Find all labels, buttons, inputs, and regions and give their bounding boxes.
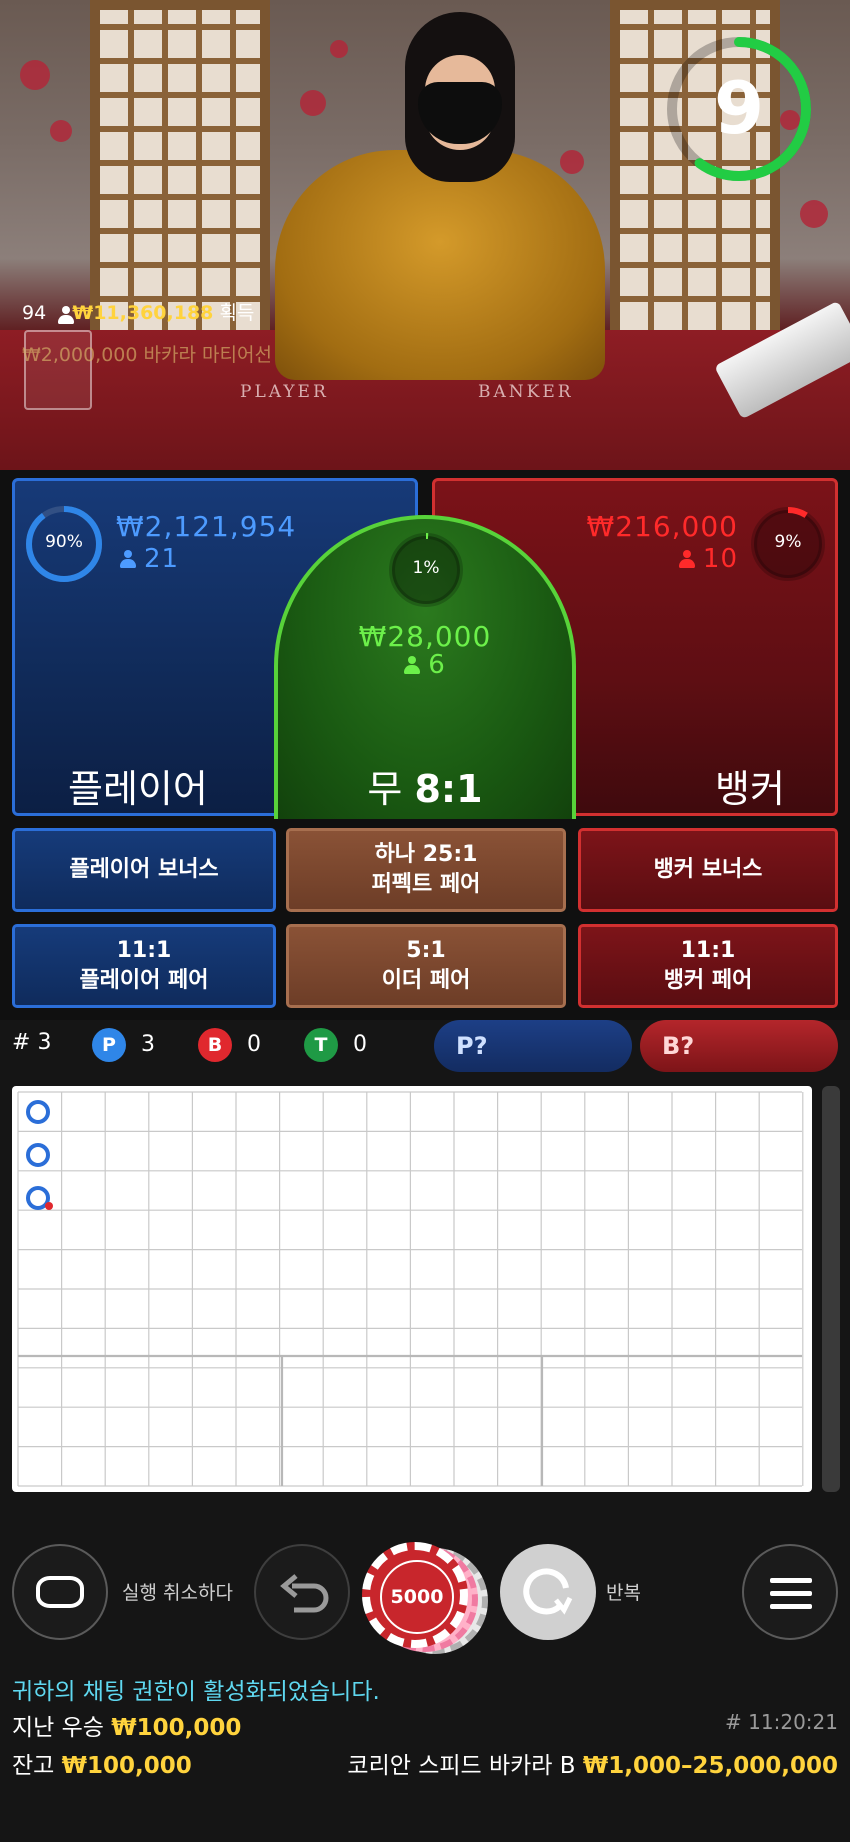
banker-win-count: B 0 — [198, 1028, 261, 1062]
felt-player-label: PLAYER — [240, 382, 329, 402]
player-predict-button[interactable]: P? — [434, 1020, 632, 1072]
repeat-label: 반복 — [606, 1582, 641, 1604]
winners-count: 94 — [22, 302, 47, 324]
hamburger-icon — [770, 1578, 812, 1610]
game-info: 코리안 스피드 바카라 B ₩1,000–25,000,000 — [347, 1746, 838, 1780]
banker-percent-ring: 9% — [748, 504, 828, 584]
undo-button[interactable] — [254, 1544, 350, 1640]
pair-marker-dot — [45, 1202, 53, 1210]
player-win-count: P 3 — [92, 1028, 155, 1062]
last-win: 지난 우승 ₩100,000 — [12, 1715, 242, 1741]
chat-notice: 귀하의 채팅 권한이 활성화되었습니다. — [12, 1679, 380, 1705]
tie-percent-ring: 1% — [386, 530, 466, 610]
banker-predict-button[interactable]: B? — [640, 1020, 838, 1072]
menu-button[interactable] — [742, 1544, 838, 1640]
game-name: 코리안 스피드 바카라 B — [347, 1753, 576, 1779]
repeat-button[interactable] — [500, 1544, 596, 1640]
player-percent: 90% — [45, 532, 83, 552]
tie-badge: T — [304, 1028, 338, 1062]
round-number: # 3 — [12, 1030, 52, 1055]
player-bettor-count: 21 — [120, 544, 179, 574]
bet-limits: ₩1,000–25,000,000 — [582, 1753, 838, 1779]
selected-chip[interactable]: 5000 — [362, 1542, 468, 1648]
person-icon — [58, 306, 75, 324]
road-bead — [26, 1100, 50, 1124]
round-timestamp: # 11:20:21 — [725, 1710, 838, 1734]
person-icon — [120, 550, 136, 568]
tie-percent: 1% — [412, 558, 440, 578]
felt-banker-label: BANKER — [478, 382, 574, 402]
table-view-button[interactable] — [12, 1544, 108, 1640]
road-bead — [26, 1143, 50, 1167]
tie-bettor-count: 6 — [0, 650, 850, 680]
person-icon — [678, 550, 695, 568]
winners-ticker: ₩2,000,000 바카라 마티어선 — [22, 344, 272, 366]
banker-badge: B — [198, 1028, 232, 1062]
player-total-amount: ₩2,121,954 — [116, 510, 297, 543]
banker-bonus-bet[interactable]: 뱅커 보너스 — [578, 828, 838, 912]
banker-percent: 9% — [774, 532, 802, 552]
player-percent-ring: 90% — [24, 504, 104, 584]
dealer — [275, 150, 605, 380]
chip-value: 5000 — [380, 1560, 454, 1634]
perfect-pair-bet[interactable]: 하나 25:1 퍼펙트 페어 — [286, 828, 566, 912]
lattice-screen-left — [90, 0, 270, 340]
bead-road-scoreboard[interactable] — [12, 1086, 812, 1492]
undo-label: 실행 취소하다 — [122, 1582, 233, 1604]
player-pair-bet[interactable]: 11:1 플레이어 페어 — [12, 924, 276, 1008]
repeat-icon — [523, 1568, 573, 1615]
winners-summary: 94 ₩11,360,188 획득 — [22, 298, 254, 325]
player-badge: P — [92, 1028, 126, 1062]
countdown-timer-value: 9 — [713, 66, 765, 150]
banker-bettor-count: 10 — [678, 544, 738, 574]
road-grid — [17, 1091, 804, 1487]
road-scrollbar[interactable] — [822, 1086, 840, 1492]
table-icon — [36, 1576, 84, 1608]
banker-total-amount: ₩216,000 — [586, 510, 738, 543]
person-icon — [404, 656, 421, 674]
banker-bet-label: 뱅커 — [715, 767, 785, 811]
winners-suffix: 획득 — [219, 302, 255, 324]
banker-pair-bet[interactable]: 11:1 뱅커 페어 — [578, 924, 838, 1008]
tie-total-amount: ₩28,000 — [358, 620, 492, 653]
tie-win-count: T 0 — [304, 1028, 367, 1062]
winners-amount: ₩11,360,188 — [72, 302, 214, 324]
either-pair-bet[interactable]: 5:1 이더 페어 — [286, 924, 566, 1008]
undo-icon — [280, 1574, 329, 1613]
balance: 잔고 ₩100,000 — [12, 1753, 192, 1779]
player-bonus-bet[interactable]: 플레이어 보너스 — [12, 828, 276, 912]
